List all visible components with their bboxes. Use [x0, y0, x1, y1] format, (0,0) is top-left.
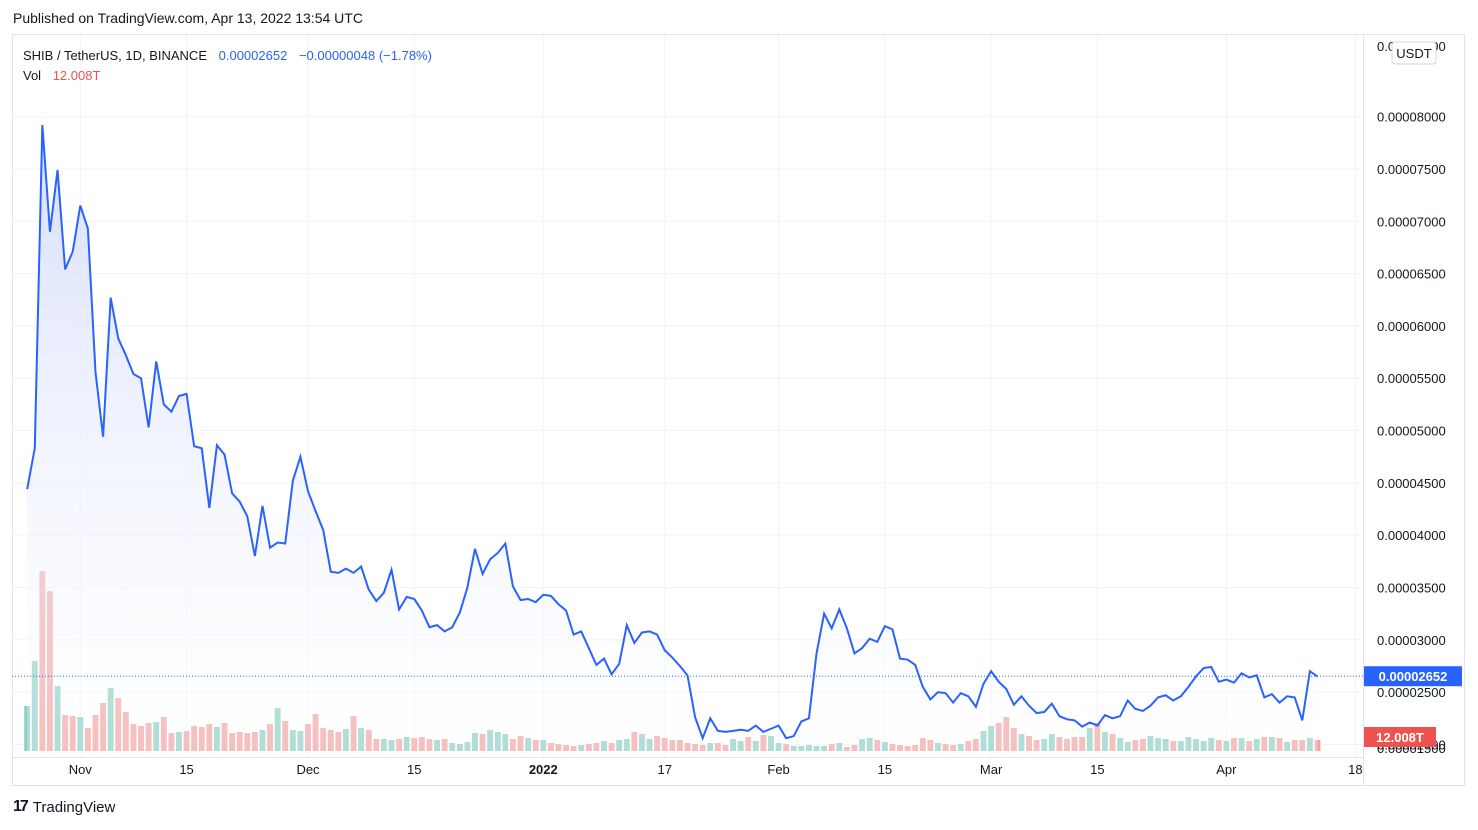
footer-brand-label: TradingView — [32, 798, 116, 816]
last-volume-badge-label: 12.008T — [1376, 730, 1424, 745]
x-tick-label: Nov — [69, 762, 93, 777]
y-tick-label: 0.00007500 — [1377, 162, 1446, 177]
volume-value: 12.008T — [52, 68, 101, 83]
y-tick-label: 0.00005000 — [1377, 424, 1446, 439]
axis-badges: 0.00002652 12.008T — [1364, 666, 1462, 747]
x-tick-label: 15 — [1090, 762, 1104, 777]
y-tick-label: 0.00006000 — [1377, 319, 1446, 334]
symbol-title: SHIB / TetherUS, 1D, BINANCE — [23, 48, 207, 63]
y-tick-label: 0.00003000 — [1377, 633, 1446, 648]
y-tick-label: 0.00003500 — [1377, 580, 1446, 595]
footer-brand[interactable]: 17 TradingView — [13, 798, 115, 816]
x-tick-label: Apr — [1216, 762, 1237, 777]
y-tick-label: 0.00004000 — [1377, 528, 1446, 543]
x-tick-label: Feb — [767, 762, 789, 777]
price-chart[interactable]: 0.000085000.000020000.000025000.00003000… — [0, 0, 1478, 830]
y-tick-label: 0.00002500 — [1377, 685, 1446, 700]
currency-badge-label: USDT — [1396, 46, 1431, 61]
last-price-badge-label: 0.00002652 — [1379, 669, 1448, 684]
volume-label: Vol — [23, 68, 42, 83]
y-tick-label: 0.00005500 — [1377, 371, 1446, 386]
tradingview-logo-icon: 17 — [13, 798, 29, 815]
y-tick-label: 0.00006500 — [1377, 267, 1446, 282]
x-tick-label: 17 — [657, 762, 671, 777]
chart-legend: SHIB / TetherUS, 1D, BINANCE 0.00002652 … — [23, 46, 432, 86]
x-tick-label: 18 — [1348, 762, 1362, 777]
x-tick-label: 2022 — [529, 762, 558, 777]
x-axis[interactable]: Nov 15 Dec 15 2022 17 Feb 15 Mar 15 Apr 18 — [12, 757, 1363, 778]
x-tick-label: Dec — [296, 762, 320, 777]
y-tick-label: 0.00004500 — [1377, 476, 1446, 491]
y-tick-label: 0.00008000 — [1377, 110, 1446, 125]
legend-price: 0.00002652 — [218, 48, 288, 63]
x-tick-label: 15 — [407, 762, 421, 777]
x-tick-label: 15 — [179, 762, 193, 777]
x-tick-label: 15 — [878, 762, 892, 777]
y-tick-label: 0.00007000 — [1377, 214, 1446, 229]
x-tick-label: Mar — [980, 762, 1003, 777]
legend-change: −0.00000048 (−1.78%) — [298, 48, 432, 63]
price-area-fill — [27, 124, 1318, 758]
